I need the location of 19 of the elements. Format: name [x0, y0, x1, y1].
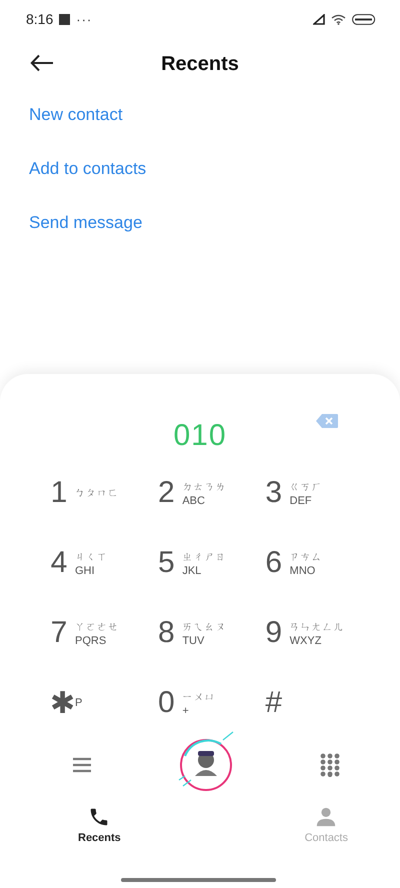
notification-icon: [59, 14, 70, 24]
nav-tab[interactable]: Recents: [78, 806, 121, 844]
dial-key[interactable]: #: [264, 668, 372, 738]
dialpad-toggle-button[interactable]: [320, 753, 340, 777]
signal-icon: [313, 14, 325, 24]
wifi-icon: [331, 14, 346, 24]
menu-button[interactable]: [72, 757, 92, 773]
action-link[interactable]: Send message: [29, 212, 142, 234]
status-time: 8:16: [26, 11, 54, 27]
action-link[interactable]: Add to contacts: [29, 158, 146, 180]
dialed-number: 010: [173, 419, 227, 453]
person-icon: [315, 806, 338, 828]
phone-icon: [88, 806, 110, 828]
battery-icon: [352, 14, 376, 24]
dial-key[interactable]: 1 ㄅㄆㄇㄈ: [50, 458, 158, 528]
back-button[interactable]: [28, 52, 56, 74]
more-notifications: ···: [76, 12, 92, 26]
action-link[interactable]: New contact: [29, 104, 123, 126]
page-title: Recents: [161, 52, 239, 76]
